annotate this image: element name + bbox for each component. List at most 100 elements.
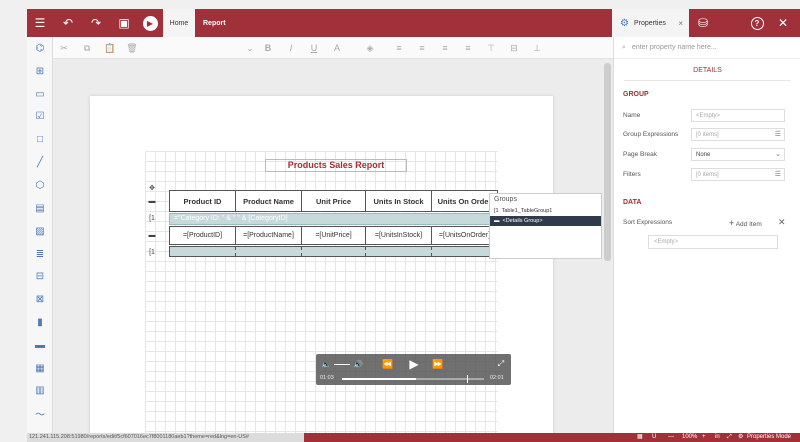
container-icon[interactable]: □ — [33, 132, 47, 146]
bold-icon[interactable]: B — [261, 41, 275, 55]
details-row-handle-icon[interactable]: ▬ — [148, 231, 156, 239]
shape-icon[interactable]: ⬡ — [33, 178, 47, 192]
chevron-down-icon[interactable]: ⌄ — [243, 41, 257, 55]
table-header-row[interactable]: Product ID Product Name Unit Price Units… — [169, 190, 498, 212]
zoom-in-icon[interactable]: + — [702, 433, 706, 442]
header-row-handle-icon[interactable]: ▬ — [148, 197, 156, 205]
header-cell[interactable]: Units In Stock — [366, 191, 432, 211]
fast-forward-icon[interactable]: ⏩ — [430, 356, 446, 372]
group-footer-row[interactable] — [169, 246, 498, 257]
properties-mode[interactable]: Properties Mode — [747, 433, 791, 442]
add-item-button[interactable]: + Add Item — [729, 218, 762, 228]
property-search[interactable]: ⌕ enter property name here... — [614, 37, 800, 59]
table-details-row[interactable]: =[ProductID] =[ProductName] =[UnitPrice]… — [169, 226, 498, 245]
font-color-icon[interactable]: A — [330, 41, 344, 55]
preview-play-icon[interactable]: ▶ — [137, 9, 163, 37]
tab-home[interactable]: Home — [163, 9, 195, 37]
header-cell[interactable]: Unit Price — [302, 191, 366, 211]
copy-icon[interactable]: ⧉ — [80, 41, 94, 55]
group-expressions-field[interactable]: [0 items] ☰ — [691, 128, 785, 141]
bullet-icon[interactable]: ▥ — [33, 383, 47, 397]
gear-icon[interactable]: ⚙ — [738, 433, 743, 442]
fullscreen-icon[interactable]: ⤢ — [727, 433, 732, 442]
group-item[interactable]: [1 Table1_TableGroup1 — [490, 206, 601, 216]
align-center-icon[interactable]: ≡ — [415, 41, 429, 55]
header-cell[interactable]: Product Name — [236, 191, 302, 211]
header-cell[interactable]: Product ID — [170, 191, 236, 211]
hierarchy-icon[interactable]: ⌬ — [33, 41, 47, 55]
list-icon[interactable]: ☰ — [775, 170, 781, 178]
help-icon[interactable]: ? — [745, 9, 769, 37]
valign-middle-icon[interactable]: ⊟ — [507, 41, 521, 55]
valign-top-icon[interactable]: ⊤ — [484, 41, 498, 55]
volume-up-icon[interactable]: 🔊 — [352, 356, 364, 372]
cut-icon[interactable]: ✂ — [57, 41, 71, 55]
subreport-icon[interactable]: ▦ — [33, 361, 47, 375]
table-icon[interactable]: ⊟ — [33, 269, 47, 283]
italic-icon[interactable]: I — [284, 41, 298, 55]
line-icon[interactable]: ╱ — [33, 155, 47, 169]
textbox-icon[interactable]: ▭ — [33, 87, 47, 101]
detail-cell[interactable]: =[ProductName] — [236, 227, 302, 244]
align-left-icon[interactable]: ≡ — [392, 41, 406, 55]
volume-icon[interactable]: 🔈 — [320, 356, 332, 372]
undo-icon[interactable]: ↶ — [55, 9, 81, 37]
units-label[interactable]: in — [715, 433, 720, 442]
hamburger-menu-icon[interactable]: ☰ — [27, 9, 53, 37]
report-page[interactable]: Products Sales Report ✥ ▬ [1 ▬ [1 Produc… — [90, 96, 553, 441]
fullscreen-icon[interactable]: ⤢ — [494, 356, 508, 372]
header-cell[interactable]: Units On Order — [432, 191, 497, 211]
report-title[interactable]: Products Sales Report — [265, 159, 407, 172]
group-header-row[interactable]: ="Category ID: " & " " & [CategoryID] — [169, 213, 498, 225]
detail-cell[interactable]: =[UnitsOnOrder] — [432, 227, 497, 244]
search-input[interactable]: enter property name here... — [632, 44, 717, 51]
chart-icon[interactable]: ▮ — [33, 315, 47, 329]
fill-color-icon[interactable]: ◈ — [363, 41, 377, 55]
move-handle-icon[interactable]: ✥ — [148, 184, 156, 192]
tab-report[interactable]: Report — [203, 9, 226, 37]
detail-cell[interactable]: =[ProductID] — [170, 227, 236, 244]
close-icon[interactable]: ✕ — [771, 9, 795, 37]
filters-field[interactable]: [0 items] ☰ — [691, 168, 785, 181]
group-row-handle-icon[interactable]: [1 — [148, 214, 156, 222]
list-icon[interactable]: ≣ — [33, 247, 47, 261]
richtext-icon[interactable]: ▤ — [33, 201, 47, 215]
clear-sort-icon[interactable]: ✕ — [778, 217, 786, 228]
report-body[interactable]: Products Sales Report ✥ ▬ [1 ▬ [1 Produc… — [145, 151, 498, 441]
seek-knob[interactable] — [467, 375, 468, 383]
image-icon[interactable]: ▨ — [33, 224, 47, 238]
tab-properties[interactable]: ⚙ Properties × — [612, 9, 689, 37]
name-field[interactable]: <Empty> — [691, 109, 785, 122]
list-icon[interactable]: ☰ — [775, 130, 781, 138]
save-icon[interactable]: ▣ — [111, 9, 137, 37]
tab-details[interactable]: DETAILS — [624, 61, 791, 81]
detail-cell[interactable]: =[UnitPrice] — [302, 227, 366, 244]
zoom-out-icon[interactable]: — — [668, 433, 674, 442]
rewind-icon[interactable]: ⏪ — [380, 356, 396, 372]
group-item-selected[interactable]: ▬ <Details Group> — [490, 216, 601, 226]
redo-icon[interactable]: ↷ — [83, 9, 109, 37]
footer-row-handle-icon[interactable]: [1 — [148, 248, 156, 256]
close-icon[interactable]: × — [678, 19, 683, 28]
matrix-icon[interactable]: ⊠ — [33, 292, 47, 306]
underline-icon[interactable]: U — [307, 41, 321, 55]
zoom-level[interactable]: 100% — [682, 433, 697, 442]
seek-bar[interactable] — [342, 375, 484, 383]
layers-icon[interactable]: ⊞ — [33, 64, 47, 78]
paste-icon[interactable]: 📋 — [103, 41, 117, 55]
delete-icon[interactable]: 🗑 — [125, 41, 139, 55]
grid-icon[interactable]: ▦ — [637, 433, 643, 442]
page-break-select[interactable]: None ⌄ — [691, 148, 785, 161]
justify-icon[interactable]: ≡ — [461, 41, 475, 55]
checkbox-icon[interactable]: ☑ — [33, 109, 47, 123]
valign-bottom-icon[interactable]: ⊥ — [530, 41, 544, 55]
magnet-icon[interactable]: U — [652, 433, 656, 442]
canvas-scrollbar[interactable] — [604, 63, 611, 261]
chevron-down-icon[interactable]: ⌄ — [775, 150, 781, 158]
sparkline-icon[interactable]: 〜 — [33, 406, 47, 421]
align-right-icon[interactable]: ≡ — [438, 41, 452, 55]
volume-slider[interactable] — [334, 364, 350, 365]
play-icon[interactable]: ▶ — [405, 356, 423, 372]
sort-expression-field[interactable]: <Empty> — [648, 235, 778, 249]
detail-cell[interactable]: =[UnitsInStock] — [366, 227, 432, 244]
